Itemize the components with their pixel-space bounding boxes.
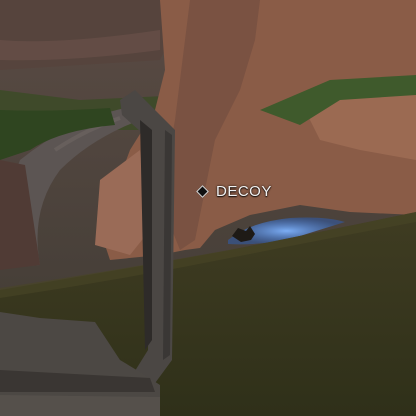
decoy-marker: DECOY [196, 183, 272, 200]
decoy-label: DECOY [216, 183, 272, 200]
diamond-icon [196, 185, 209, 198]
metal-base-front [0, 395, 160, 416]
game-scene [0, 0, 416, 416]
